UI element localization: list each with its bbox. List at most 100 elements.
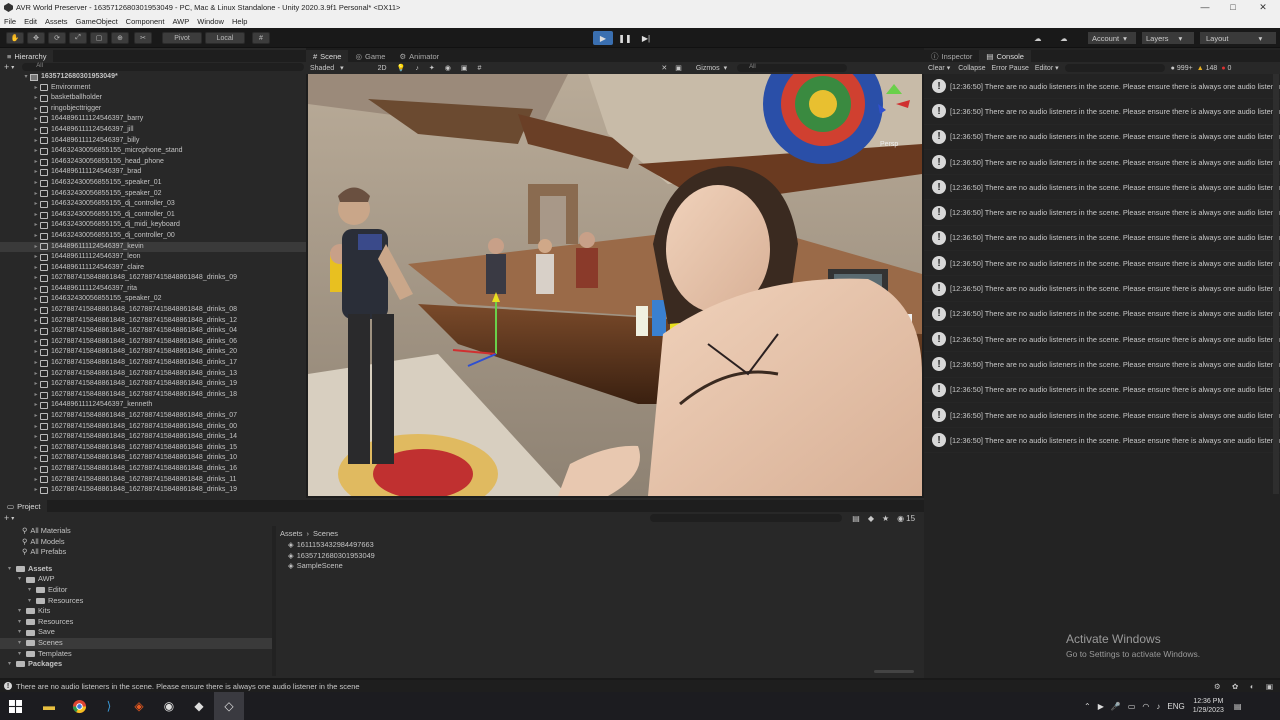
- chrome-icon[interactable]: [64, 692, 94, 720]
- hierarchy-item[interactable]: ▸ 1627887415848861848_1627887415848861848…: [0, 347, 306, 358]
- icon-size-slider[interactable]: [874, 670, 914, 673]
- hierarchy-item[interactable]: ▸ 1644896111124546397_kevin: [0, 241, 306, 253]
- menu-help[interactable]: Help: [228, 17, 251, 26]
- menu-component[interactable]: Component: [122, 17, 169, 26]
- chevron-down-icon[interactable]: ▾: [22, 72, 30, 83]
- chevron-right-icon[interactable]: ▸: [32, 369, 40, 380]
- hidden-objects-icon[interactable]: ◉: [445, 64, 451, 72]
- tab-inspector[interactable]: ⓘ Inspector: [924, 50, 979, 62]
- camera-settings-icon[interactable]: ▣: [675, 64, 682, 72]
- console-log-entry[interactable]: ! [12:36:50] There are no audio listeners…: [924, 276, 1280, 302]
- scene-viewport[interactable]: Persp: [308, 74, 922, 496]
- error-pause-button[interactable]: Error Pause: [992, 65, 1029, 72]
- pause-button[interactable]: ❚❚: [615, 31, 635, 45]
- chevron-down-icon[interactable]: ▾: [11, 515, 14, 522]
- chevron-right-icon[interactable]: ▸: [32, 475, 40, 486]
- hierarchy-item[interactable]: ▸ 164632430056855155_head_phone: [0, 157, 306, 168]
- assets-tree-item[interactable]: ▾ AWP: [0, 574, 272, 585]
- chevron-right-icon[interactable]: ▸: [32, 273, 40, 284]
- hierarchy-item[interactable]: ▸ 164632430056855155_speaker_01: [0, 178, 306, 189]
- chevron-down-icon[interactable]: ▾: [18, 574, 26, 585]
- console-log-entry[interactable]: ! [12:36:50] There are no audio listeners…: [924, 403, 1280, 429]
- obs-icon[interactable]: ◉: [154, 692, 184, 720]
- hierarchy-item[interactable]: ▸ 1627887415848861848_1627887415848861848…: [0, 411, 306, 422]
- tab-console[interactable]: ▤ Console: [979, 50, 1031, 62]
- hierarchy-item[interactable]: ▸ 164632430056855155_speaker_02: [0, 189, 306, 200]
- chevron-down-icon[interactable]: ▾: [1055, 64, 1059, 72]
- chevron-right-icon[interactable]: ▸: [32, 114, 40, 125]
- breadcrumb-scenes[interactable]: Scenes: [313, 529, 338, 538]
- menu-edit[interactable]: Edit: [20, 17, 41, 26]
- hierarchy-item[interactable]: ▸ 1627887415848861848_1627887415848861848…: [0, 337, 306, 348]
- menu-assets[interactable]: Assets: [41, 17, 72, 26]
- hierarchy-item[interactable]: ▸ 1644896111124546397_claire: [0, 263, 306, 274]
- chevron-right-icon[interactable]: ▸: [32, 157, 40, 168]
- chevron-right-icon[interactable]: ▸: [32, 358, 40, 369]
- chevron-right-icon[interactable]: ▸: [32, 93, 40, 104]
- tab-hierarchy[interactable]: ≡ Hierarchy: [0, 50, 54, 62]
- chevron-right-icon[interactable]: ▸: [32, 432, 40, 443]
- hierarchy-item[interactable]: ▸ 1644896111124546397_rita: [0, 284, 306, 295]
- menu-awp[interactable]: AWP: [168, 17, 193, 26]
- console-log-entry[interactable]: ! [12:36:50] There are no audio listeners…: [924, 251, 1280, 277]
- shading-mode-dropdown[interactable]: Shaded: [310, 65, 334, 72]
- project-file[interactable]: ◈ SampleScene: [288, 561, 588, 572]
- chevron-right-icon[interactable]: ▸: [32, 453, 40, 464]
- scene-search-input[interactable]: All: [737, 64, 848, 72]
- chevron-right-icon[interactable]: ▸: [32, 178, 40, 189]
- hierarchy-item[interactable]: ▸ 1627887415848861848_1627887415848861848…: [0, 453, 306, 464]
- editor-dropdown[interactable]: Editor: [1035, 65, 1053, 72]
- chevron-down-icon[interactable]: ▾: [8, 659, 16, 670]
- hierarchy-item[interactable]: ▸ ringobjecttrigger: [0, 104, 306, 115]
- hierarchy-item[interactable]: ▸ 164632430056855155_dj_controller_00: [0, 231, 306, 242]
- lighting-icon[interactable]: 💡: [397, 64, 406, 72]
- layout-dropdown[interactable]: Layout ▾: [1200, 32, 1276, 44]
- hierarchy-item[interactable]: ▸ 1627887415848861848_1627887415848861848…: [0, 305, 306, 316]
- favorite-icon[interactable]: ★: [882, 514, 889, 523]
- breadcrumb-assets[interactable]: Assets: [280, 529, 303, 538]
- collab-button[interactable]: ☁: [1034, 32, 1042, 44]
- chevron-right-icon[interactable]: ▸: [32, 337, 40, 348]
- progress-icon[interactable]: ⚙: [1214, 682, 1221, 691]
- account-dropdown[interactable]: Account ▾: [1088, 32, 1136, 44]
- maximize-button[interactable]: □: [1218, 0, 1248, 14]
- scene-root[interactable]: ▾ 163571268030195304​9*: [0, 72, 306, 83]
- chevron-down-icon[interactable]: ▾: [18, 627, 26, 638]
- tab-game[interactable]: ◎ Game: [348, 50, 392, 62]
- collab-status-icon[interactable]: ◐: [1250, 682, 1255, 691]
- hierarchy-item[interactable]: ▸ 1627887415848861848_1627887415848861848…: [0, 485, 306, 496]
- start-button[interactable]: [0, 692, 30, 720]
- chevron-right-icon[interactable]: ▸: [32, 146, 40, 157]
- console-log-entry[interactable]: ! [12:36:50] There are no audio listeners…: [924, 302, 1280, 327]
- app-orange-icon[interactable]: ◈: [124, 692, 154, 720]
- project-file[interactable]: ◈ 1611153432984497663: [288, 540, 588, 551]
- chevron-down-icon[interactable]: ▾: [947, 64, 951, 72]
- layers-dropdown[interactable]: Layers ▾: [1142, 32, 1194, 44]
- chevron-right-icon[interactable]: ▸: [32, 411, 40, 422]
- unity-hub-icon[interactable]: ◆: [184, 692, 214, 720]
- tab-scene[interactable]: # Scene: [306, 50, 349, 62]
- console-log-entry[interactable]: ! [12:36:50] There are no audio listeners…: [924, 200, 1280, 226]
- chevron-down-icon[interactable]: ▾: [11, 64, 14, 71]
- chevron-down-icon[interactable]: ▾: [8, 564, 16, 575]
- tools-icon[interactable]: ✕: [661, 64, 667, 72]
- assets-tree-item[interactable]: ▾ Resources: [0, 617, 272, 628]
- hierarchy-item[interactable]: ▸ 1627887415848861848_1627887415848861848…: [0, 464, 306, 475]
- minimize-button[interactable]: —: [1190, 0, 1220, 14]
- custom-tool-button[interactable]: ✂: [134, 32, 152, 44]
- chevron-right-icon[interactable]: ▸: [32, 284, 40, 295]
- chevron-right-icon[interactable]: ▸: [32, 443, 40, 454]
- assets-tree-item[interactable]: ▾ Kits: [0, 606, 272, 617]
- console-log-entry[interactable]: ! [12:36:50] There are no audio listeners…: [924, 150, 1280, 176]
- hierarchy-item[interactable]: ▸ Environment: [0, 83, 306, 94]
- hierarchy-search-input[interactable]: All: [22, 63, 304, 71]
- hierarchy-item[interactable]: ▸ 1627887415848861848_1627887415848861848…: [0, 475, 306, 486]
- hierarchy-item[interactable]: ▸ 1627887415848861848_1627887415848861848…: [0, 443, 306, 454]
- chevron-right-icon[interactable]: ▸: [32, 464, 40, 475]
- hierarchy-item[interactable]: ▸ 1644896111124546397_billy: [0, 136, 306, 147]
- chevron-right-icon[interactable]: ▸: [32, 104, 40, 115]
- chevron-right-icon[interactable]: ▸: [32, 83, 40, 94]
- chevron-down-icon[interactable]: ▾: [28, 585, 36, 596]
- rotate-tool-button[interactable]: ⟳: [48, 32, 66, 44]
- hierarchy-item[interactable]: ▸ 1627887415848861848_1627887415848861848…: [0, 316, 306, 327]
